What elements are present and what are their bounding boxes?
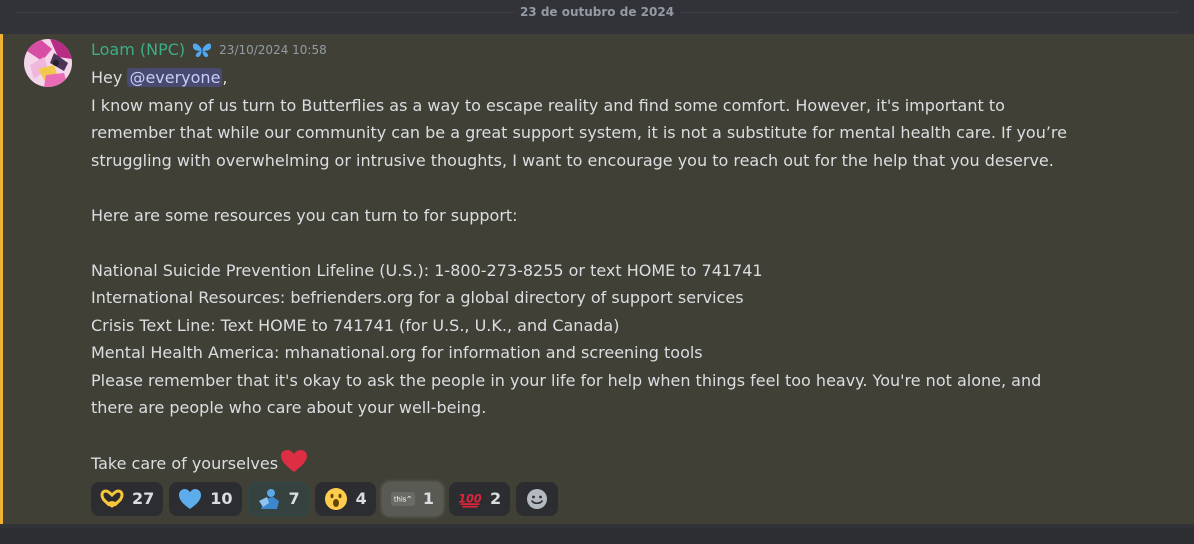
- red-heart-icon: [280, 449, 308, 482]
- closing-text: Take care of yourselves: [91, 454, 279, 473]
- reaction-count: 4: [355, 489, 367, 508]
- this-sticker-icon: this^: [390, 487, 415, 511]
- this-sticker-label: this^: [394, 496, 412, 504]
- add-reaction-button[interactable]: [516, 482, 559, 516]
- message-line: I know many of us turn to Butterflies as…: [91, 95, 1005, 115]
- message-line: Please remember that it's okay to ask th…: [91, 370, 1042, 390]
- smiley-face-icon: [525, 487, 549, 511]
- message-line: Here are some resources you can turn to …: [91, 205, 518, 225]
- bottom-bar: [0, 528, 1194, 544]
- divider-date: 23 de outubro de 2024: [513, 4, 681, 20]
- reaction-heart-hands[interactable]: 27: [91, 482, 164, 516]
- avatar[interactable]: [24, 39, 72, 87]
- date-divider: 23 de outubro de 2024: [0, 0, 1194, 26]
- hundred-points-icon: 100: [458, 487, 482, 511]
- reaction-count: 7: [288, 489, 300, 508]
- message-line: struggling with overwhelming or intrusiv…: [91, 150, 1054, 170]
- message-line: Mental Health America: mhanational.org f…: [91, 343, 703, 362]
- greeting-line: Hey @everyone,: [91, 64, 1181, 92]
- reaction-count: 27: [132, 489, 155, 508]
- reaction-count: 10: [210, 489, 233, 508]
- greeting-text: Hey: [91, 68, 128, 87]
- butterfly-badge-icon: [191, 41, 213, 59]
- blue-heart-icon: [178, 487, 202, 511]
- message-content: Hey @everyone, I know many of us turn to…: [91, 64, 1181, 482]
- reaction-this-sticker[interactable]: this^ 1: [381, 482, 443, 516]
- heart-hands-icon: [100, 487, 124, 511]
- message-line: there are people who care about your wel…: [91, 398, 487, 417]
- message-line: National Suicide Prevention Lifeline (U.…: [91, 260, 763, 280]
- greeting-suffix: ,: [222, 68, 228, 87]
- reaction-surprised-face[interactable]: 4: [314, 482, 376, 516]
- message-header: Loam (NPC) 23/10/2024 10:58: [91, 38, 327, 62]
- message-line: International Resources: befrienders.org…: [91, 288, 744, 307]
- message-line: remember that while our community can be…: [91, 123, 1067, 142]
- reaction-count: 2: [489, 489, 502, 508]
- message-line: Crisis Text Line: Text HOME to 741741 (f…: [91, 315, 620, 335]
- reaction-hug-emoji[interactable]: 7: [247, 482, 309, 516]
- message[interactable]: Loam (NPC) 23/10/2024 10:58 Hey @everyon…: [0, 34, 1194, 524]
- reaction-hundred-points[interactable]: 100 2: [448, 482, 511, 516]
- reaction-blue-heart[interactable]: 10: [169, 482, 242, 516]
- closing-line: Take care of yourselves: [91, 449, 1181, 482]
- mention-everyone[interactable]: @everyone: [127, 68, 223, 87]
- chat-view: 23 de outubro de 2024 Loam (NPC) 23/10/2…: [0, 0, 1194, 544]
- reactions-bar: 27 10 7 4 this^ 1 100 2: [91, 482, 559, 516]
- hug-emoji-icon: [257, 487, 281, 511]
- username[interactable]: Loam (NPC): [91, 39, 185, 61]
- reaction-count: 1: [422, 489, 434, 508]
- surprised-face-icon: [324, 487, 348, 511]
- timestamp[interactable]: 23/10/2024 10:58: [219, 39, 327, 61]
- avatar-image: [24, 39, 72, 87]
